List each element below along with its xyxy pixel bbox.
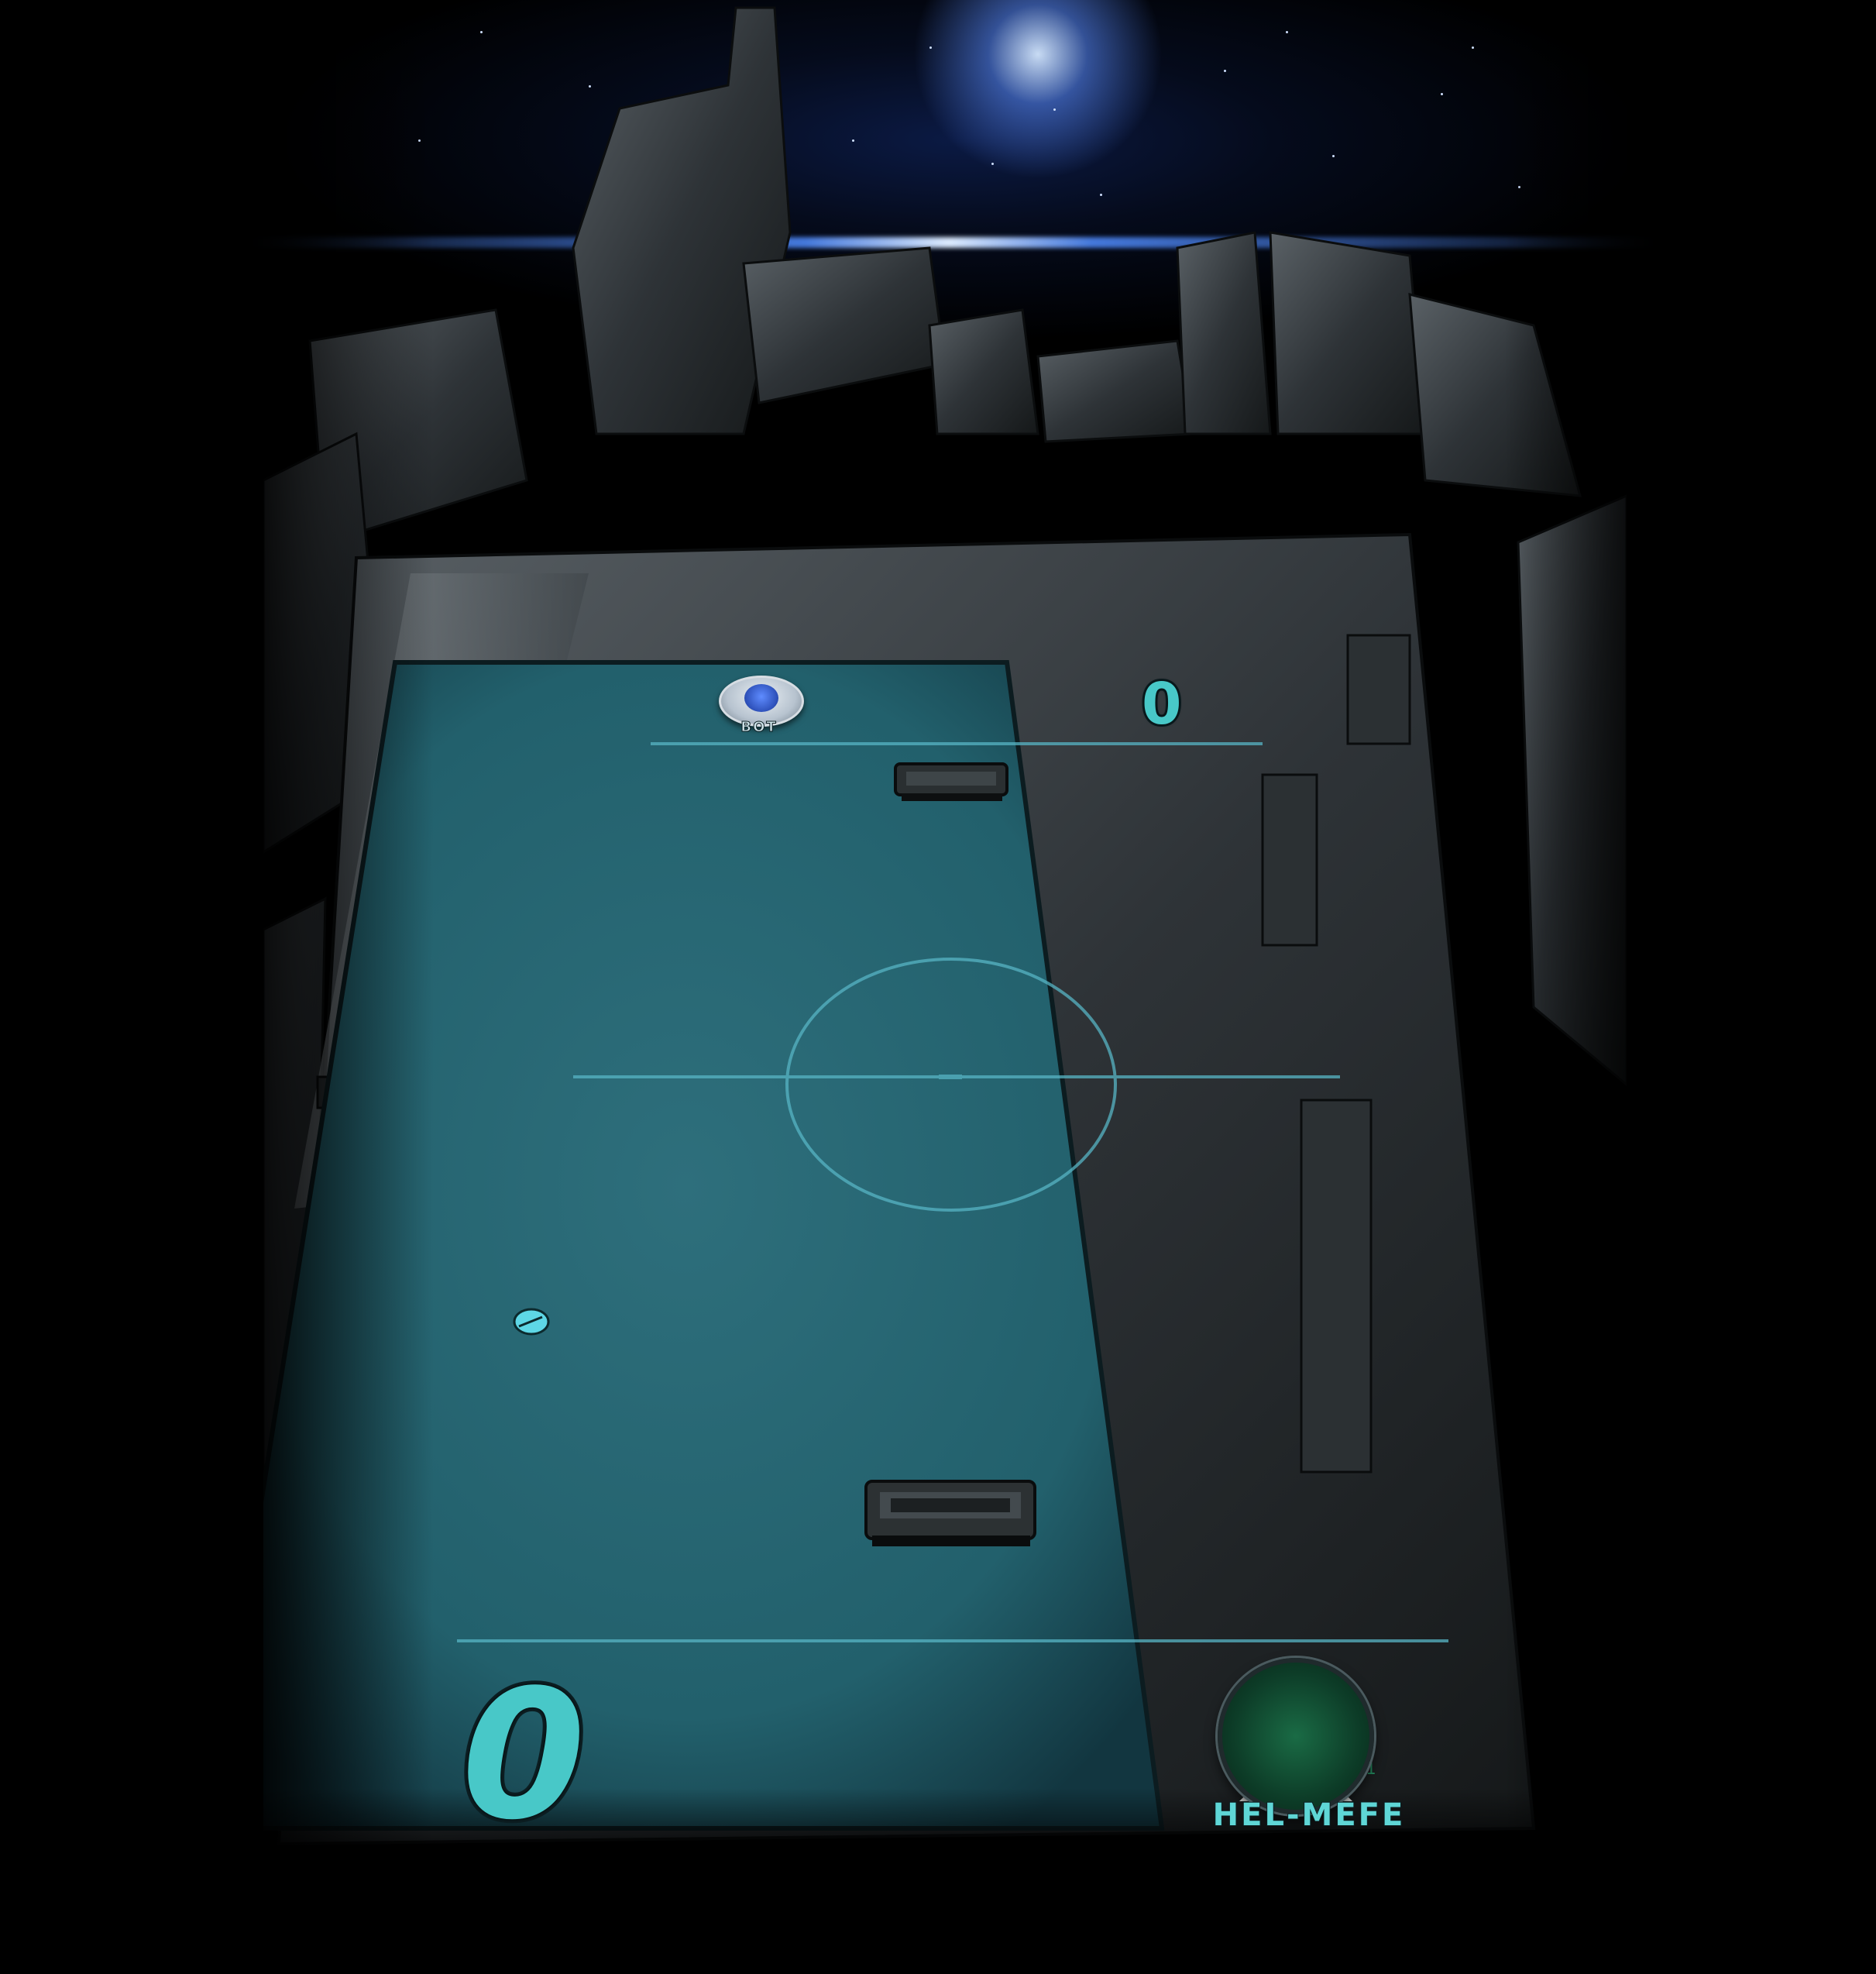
player-name: HEL-MEFE bbox=[1212, 1797, 1406, 1834]
opponent-paddle bbox=[894, 762, 1008, 801]
robot-face bbox=[744, 684, 778, 712]
opponent-score: 0 bbox=[1139, 671, 1184, 738]
player-avatar-frame bbox=[1218, 1658, 1374, 1814]
game-pieces: 1 0 1 0 1 1 1 1 0 0 0 1 bbox=[513, 762, 1376, 1801]
game-scene: 1 0 1 0 1 1 1 1 0 0 0 1 BOT 0 HEL-MEFE 0 bbox=[0, 0, 1876, 1974]
puck-ball-icon bbox=[513, 1308, 550, 1336]
player-score: 0 bbox=[458, 1652, 589, 1859]
opponent-name: BOT bbox=[740, 719, 778, 736]
player-paddle[interactable] bbox=[864, 1480, 1036, 1546]
